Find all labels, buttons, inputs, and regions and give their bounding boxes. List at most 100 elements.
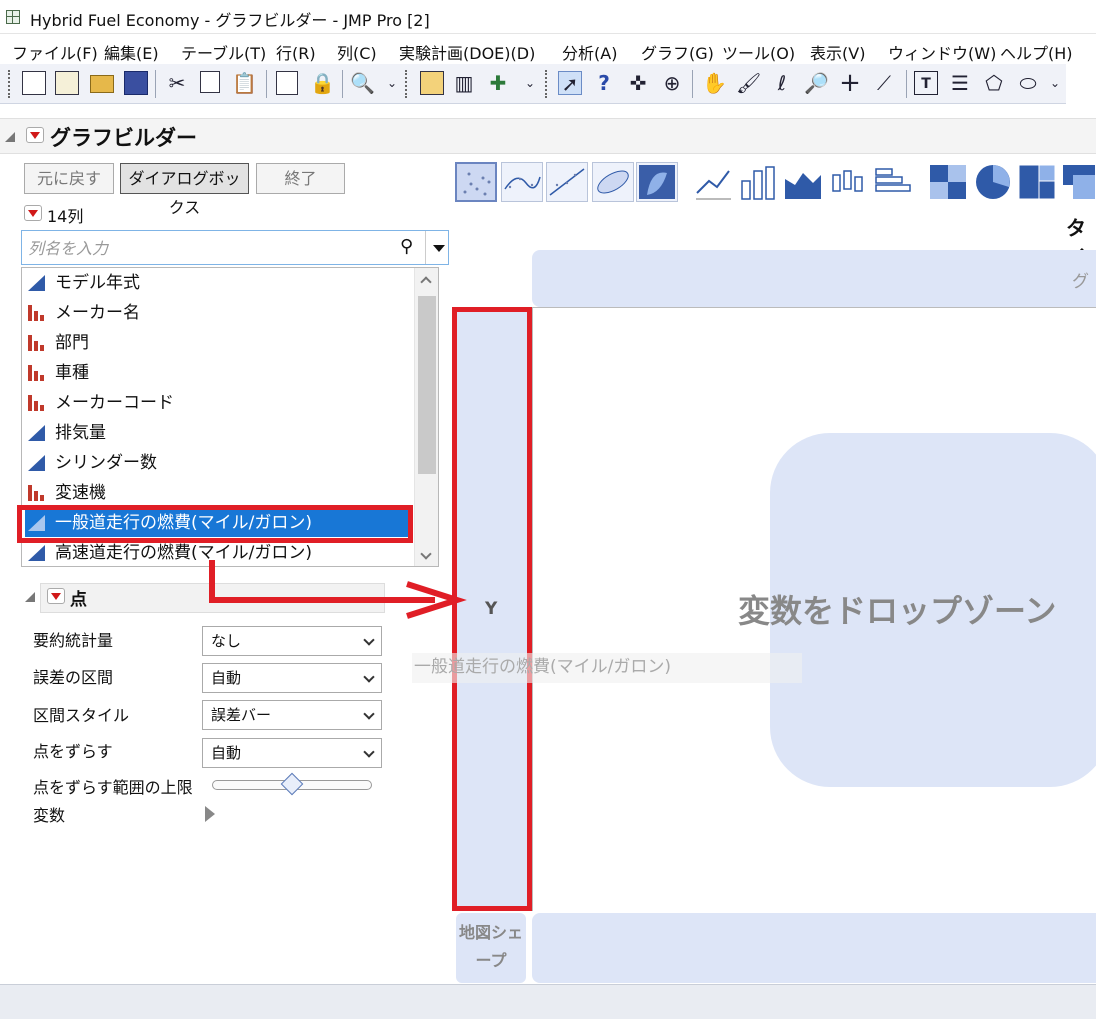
menu-rows[interactable]: 行(R) <box>276 40 316 64</box>
save-icon[interactable] <box>124 71 148 95</box>
drag-arrow <box>209 560 467 619</box>
annotate-tool-icon[interactable]: T <box>914 71 938 95</box>
toolbar-grip[interactable] <box>405 70 408 98</box>
error-interval-select[interactable]: 自動 <box>202 663 382 693</box>
line-style-icon[interactable]: ☰ <box>948 71 972 95</box>
list-item[interactable]: 排気量 <box>25 419 413 447</box>
map-shape-zone[interactable]: 地図シェープ <box>456 913 526 983</box>
menu-doe[interactable]: 実験計画(DOE)(D) <box>399 40 535 64</box>
points-graph-icon[interactable] <box>455 162 497 202</box>
list-item[interactable]: モデル年式 <box>25 269 413 297</box>
add-rows-icon[interactable]: ✚ <box>486 71 510 95</box>
help-tool-icon[interactable]: ? <box>592 71 616 95</box>
chevron-down-icon[interactable] <box>420 548 432 560</box>
selection-tool-icon[interactable]: ✜ <box>626 71 650 95</box>
area-graph-icon[interactable] <box>782 162 824 202</box>
open-folder-icon[interactable] <box>90 75 114 93</box>
menu-bar: ファイル(F) 編集(E) テーブル(T) 行(R) 列(C) 実験計画(DOE… <box>0 34 1096 64</box>
pie-graph-icon[interactable] <box>972 162 1014 202</box>
list-item[interactable]: 車種 <box>25 359 413 387</box>
column-search: ⚲ <box>21 230 449 265</box>
undo-button[interactable]: 元に戻す <box>24 163 114 194</box>
list-item[interactable]: 変速機 <box>25 479 413 507</box>
interval-style-label: 区間スタイル <box>33 706 130 725</box>
menu-graph[interactable]: グラフ(G) <box>641 40 714 64</box>
overflow-icon[interactable]: ⌄ <box>518 71 542 95</box>
menu-window[interactable]: ウィンドウ(W) <box>888 40 996 64</box>
toolbar-grip[interactable] <box>8 70 11 98</box>
group-x-zone[interactable]: グ <box>532 250 1096 307</box>
interval-style-select[interactable]: 誤差バー <box>202 700 382 730</box>
overflow-icon[interactable]: ⌄ <box>1043 71 1067 95</box>
expand-variables-icon[interactable] <box>205 806 215 822</box>
chevron-down-icon <box>363 671 375 683</box>
new-script-icon[interactable] <box>55 71 79 95</box>
menu-view[interactable]: 表示(V) <box>810 40 865 64</box>
column-search-input[interactable] <box>28 235 398 261</box>
mosaic-graph-icon[interactable] <box>1060 162 1096 202</box>
red-triangle-menu-icon[interactable] <box>26 127 44 143</box>
chevron-up-icon[interactable] <box>420 276 432 288</box>
polygon-tool-icon[interactable]: ⬠ <box>982 71 1006 95</box>
menu-help[interactable]: ヘルプ(H) <box>1000 40 1073 64</box>
menu-tools[interactable]: ツール(O) <box>722 40 795 64</box>
treemap-graph-icon[interactable] <box>1016 162 1058 202</box>
ellipse-tool-icon[interactable]: ⬭ <box>1016 71 1040 95</box>
lock-icon[interactable]: 🔒 <box>310 71 335 95</box>
menu-edit[interactable]: 編集(E) <box>104 40 159 64</box>
box-plot-graph-icon[interactable] <box>826 162 868 202</box>
crosshair-tool-icon[interactable]: ⊕ <box>660 71 684 95</box>
jitter-limit-label: 点をずらす範囲の上限 <box>33 778 193 797</box>
copy-icon[interactable] <box>200 71 220 93</box>
plus-tool-icon[interactable]: + <box>838 70 862 96</box>
graph-builder-title: グラフビルダー <box>50 126 197 150</box>
summary-stat-label: 要約統計量 <box>33 631 114 650</box>
zoom-tool-icon[interactable]: 🔎 <box>804 71 829 95</box>
new-data-table-icon[interactable] <box>22 71 46 95</box>
status-bar <box>0 984 1096 1019</box>
journal-icon[interactable] <box>276 71 298 95</box>
summary-stat-select[interactable]: なし <box>202 626 382 656</box>
list-item[interactable]: 部門 <box>25 329 413 357</box>
chevron-down-icon[interactable] <box>433 245 445 252</box>
column-list-scrollbar[interactable] <box>414 268 438 566</box>
line-tool-icon[interactable]: ⟋ <box>872 71 896 95</box>
dialog-box-button[interactable]: ダイアログボックス <box>120 163 249 217</box>
menu-analyze[interactable]: 分析(A) <box>562 40 617 64</box>
bar-graph-icon[interactable] <box>737 162 779 202</box>
finish-button[interactable]: 終了 <box>256 163 345 194</box>
list-item[interactable]: メーカー名 <box>25 299 413 327</box>
ellipse-graph-icon[interactable] <box>592 162 634 202</box>
list-item[interactable]: シリンダー数 <box>25 449 413 477</box>
search-icon[interactable]: ⚲ <box>400 236 413 257</box>
search-icon[interactable]: 🔍 <box>350 71 375 95</box>
heatmap-graph-icon[interactable] <box>927 162 969 202</box>
cut-icon[interactable]: ✂ <box>165 71 189 95</box>
toolbar-grip[interactable] <box>545 70 548 98</box>
lasso-tool-icon[interactable]: ℓ <box>770 71 794 95</box>
subset-icon[interactable]: ▥ <box>452 71 476 95</box>
smoother-graph-icon[interactable] <box>501 162 543 202</box>
menu-table[interactable]: テーブル(T) <box>181 40 266 64</box>
overflow-icon[interactable]: ⌄ <box>380 71 404 95</box>
columns-menu-icon[interactable] <box>24 205 42 221</box>
x-drop-zone[interactable] <box>532 913 1096 983</box>
scroll-thumb[interactable] <box>418 296 436 474</box>
line-of-fit-graph-icon[interactable] <box>546 162 588 202</box>
slider-thumb[interactable] <box>280 772 304 796</box>
red-triangle-menu-icon[interactable] <box>47 588 65 604</box>
disclosure-icon[interactable] <box>5 132 15 142</box>
histogram-graph-icon[interactable] <box>871 162 913 202</box>
contour-graph-icon[interactable] <box>636 162 678 202</box>
menu-file[interactable]: ファイル(F) <box>12 40 98 64</box>
brush-tool-icon[interactable]: 🖌 <box>736 71 761 95</box>
paste-icon[interactable]: 📋 <box>232 71 257 95</box>
list-item[interactable]: メーカーコード <box>25 389 413 417</box>
data-grid-icon[interactable] <box>420 71 444 95</box>
line-graph-icon[interactable] <box>692 162 734 202</box>
jitter-select[interactable]: 自動 <box>202 738 382 768</box>
hand-tool-icon[interactable]: ✋ <box>702 71 727 95</box>
disclosure-icon[interactable] <box>25 592 35 602</box>
arrow-tool-icon[interactable]: ➚ <box>558 71 582 96</box>
menu-cols[interactable]: 列(C) <box>337 40 377 64</box>
